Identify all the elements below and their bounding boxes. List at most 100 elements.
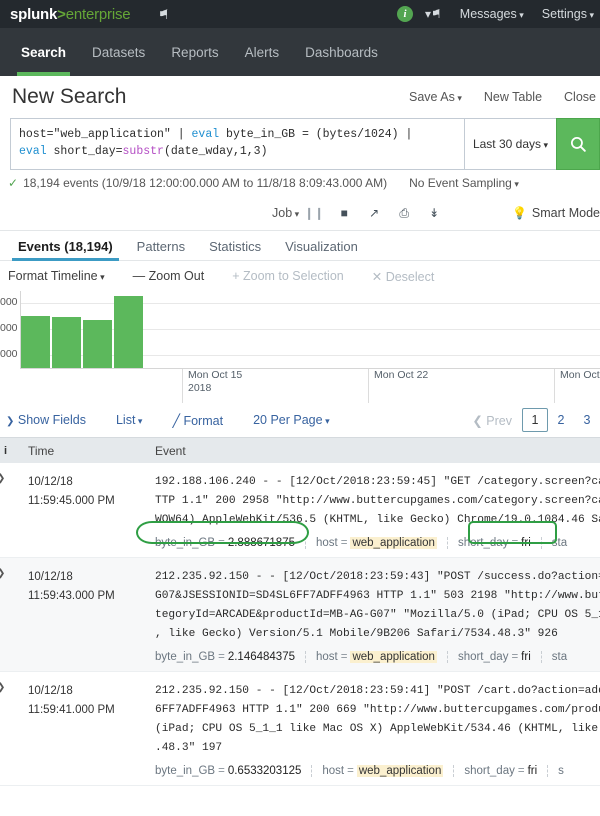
flag-dropdown-icon[interactable]: ⚑▾: [425, 7, 442, 21]
nav-item-datasets[interactable]: Datasets: [79, 28, 158, 76]
top-bar: splunk>enterprise ⚑ i ⚑▾ Messages Settin…: [0, 0, 600, 28]
tab-events[interactable]: Events (18,194): [6, 239, 125, 260]
event-sampling-menu[interactable]: No Event Sampling: [409, 176, 519, 190]
tab-statistics[interactable]: Statistics: [197, 239, 273, 260]
format-button[interactable]: ╱ Format: [172, 413, 223, 428]
x-tick-line2: 2018: [188, 382, 242, 395]
messages-menu[interactable]: Messages: [460, 7, 524, 21]
row-time-clock: 11:59:43.000 PM: [28, 587, 137, 606]
share-arrow-icon[interactable]: ↗: [359, 206, 389, 220]
row-time-clock: 11:59:41.000 PM: [28, 701, 137, 720]
field-status-truncated[interactable]: s: [547, 765, 574, 777]
results-list-controls: ❯ Show Fields List ╱ Format 20 Per Page …: [0, 403, 600, 437]
field-short-day[interactable]: short_day=fri: [447, 651, 541, 663]
timeline-bar[interactable]: [83, 320, 112, 368]
deselect-label: Deselect: [386, 270, 435, 284]
search-submit-button[interactable]: [556, 118, 600, 170]
nav-item-alerts[interactable]: Alerts: [232, 28, 293, 76]
timeline-bar[interactable]: [21, 316, 50, 368]
field-byte-in-gb[interactable]: byte_in_GB=2.888671875: [155, 537, 305, 549]
field-short-day[interactable]: short_day=fri: [453, 765, 547, 777]
row-time-date: 10/12/18: [28, 568, 137, 587]
equals-sign: =: [218, 651, 225, 663]
nav-item-search[interactable]: Search: [8, 28, 79, 76]
chevron-right-icon: ❯: [0, 568, 14, 579]
field-short-day[interactable]: short_day=fri: [447, 537, 541, 549]
job-menu[interactable]: Job: [272, 206, 299, 220]
row-field-list: byte_in_GB=2.888671875 host=web_applicat…: [155, 537, 600, 549]
job-controls-row: Job ❙❙ ■ ↗ ⎙ ↡ 💡 Smart Mode: [0, 196, 600, 230]
logo-text-splunk: splunk: [10, 6, 57, 23]
row-raw-line: (iPad; CPU OS 5_1_1 like Mac OS X) Apple…: [155, 720, 600, 739]
row-expand-toggle[interactable]: ❯: [0, 558, 14, 671]
equals-sign: =: [218, 765, 225, 777]
search-query-input[interactable]: host="web_application" | eval byte_in_GB…: [10, 118, 464, 170]
close-button[interactable]: Close: [564, 90, 596, 104]
query-token-shortday: short_day=: [47, 145, 123, 158]
events-timeline-chart[interactable]: 000 000 000: [0, 291, 600, 369]
zoom-to-selection-button[interactable]: + Zoom to Selection: [232, 269, 344, 283]
search-mode-label: Smart Mode: [532, 206, 600, 220]
save-as-button[interactable]: Save As: [409, 90, 462, 104]
query-token-substr: substr: [123, 145, 164, 158]
column-header-info[interactable]: i: [0, 445, 14, 457]
format-timeline-menu[interactable]: Format Timeline: [8, 269, 105, 283]
field-status-truncated[interactable]: sta: [541, 537, 577, 549]
field-host[interactable]: host=web_application: [311, 765, 453, 777]
prev-page-button[interactable]: ❮ Prev: [472, 413, 512, 428]
download-export-icon[interactable]: ↡: [419, 206, 449, 220]
field-status-truncated[interactable]: sta: [541, 651, 577, 663]
pause-icon[interactable]: ❙❙: [299, 206, 329, 220]
splunk-logo[interactable]: splunk>enterprise: [0, 6, 130, 23]
new-table-button[interactable]: New Table: [484, 90, 542, 104]
stop-icon[interactable]: ■: [329, 206, 359, 220]
row-raw-line: TTP 1.1" 200 2958 "http://www.buttercupg…: [155, 492, 600, 511]
tab-visualization[interactable]: Visualization: [273, 239, 370, 260]
query-token-host: host="web_application" |: [19, 128, 192, 141]
zoom-out-button[interactable]: — Zoom Out: [133, 269, 205, 283]
row-expand-toggle[interactable]: ❯: [0, 672, 14, 785]
flag-icon[interactable]: ⚑: [158, 8, 170, 21]
x-tick-2: Mon Oct 22: [368, 369, 428, 403]
list-mode-menu[interactable]: List: [116, 413, 142, 427]
info-badge[interactable]: i: [397, 6, 413, 22]
timeline-bar[interactable]: [114, 296, 143, 368]
page-button-1[interactable]: 1: [522, 408, 548, 432]
field-byte-in-gb[interactable]: byte_in_GB=2.146484375: [155, 651, 305, 663]
row-time-date: 10/12/18: [28, 473, 137, 492]
time-range-picker[interactable]: Last 30 days: [464, 118, 556, 170]
row-raw-line: G07&JSESSIONID=SD4SL6FF7ADFF4963 HTTP 1.…: [155, 587, 600, 606]
results-table-header: i Time Event: [0, 437, 600, 463]
row-event-body: 212.235.92.150 - - [12/Oct/2018:23:59:41…: [137, 672, 600, 785]
row-field-list: byte_in_GB=0.6533203125 host=web_applica…: [155, 765, 600, 777]
field-byte-in-gb[interactable]: byte_in_GB=0.6533203125: [155, 765, 311, 777]
search-mode-selector[interactable]: 💡 Smart Mode: [512, 206, 600, 220]
equals-sign: =: [341, 651, 348, 663]
deselect-button[interactable]: ✕ Deselect: [372, 269, 435, 284]
chevron-right-icon: ❯: [0, 682, 14, 693]
field-host[interactable]: host=web_application: [305, 651, 447, 663]
column-header-event[interactable]: Event: [137, 444, 600, 458]
row-time: 10/12/18 11:59:43.000 PM: [14, 558, 137, 671]
row-expand-toggle[interactable]: ❯: [0, 463, 14, 557]
timeline-bar[interactable]: [52, 317, 81, 368]
field-value: fri: [521, 651, 531, 663]
nav-item-dashboards[interactable]: Dashboards: [292, 28, 391, 76]
row-field-list: byte_in_GB=2.146484375 host=web_applicat…: [155, 651, 600, 663]
print-icon[interactable]: ⎙: [389, 206, 419, 221]
x-tick-line1: Mon Oct 22: [374, 369, 428, 382]
x-tick-1: Mon Oct 15 2018: [182, 369, 242, 403]
row-raw-line: 6FF7ADFF4963 HTTP 1.1" 200 669 "http://w…: [155, 701, 600, 720]
tab-patterns[interactable]: Patterns: [125, 239, 197, 260]
nav-item-reports[interactable]: Reports: [158, 28, 231, 76]
row-raw-line: 212.235.92.150 - - [12/Oct/2018:23:59:41…: [155, 682, 600, 701]
field-host[interactable]: host=web_application: [305, 537, 447, 549]
page-button-2[interactable]: 2: [548, 408, 574, 432]
events-summary: 18,194 events (10/9/18 12:00:00.000 AM t…: [23, 176, 387, 190]
per-page-menu[interactable]: 20 Per Page: [253, 413, 330, 427]
page-button-3[interactable]: 3: [574, 408, 600, 432]
show-fields-button[interactable]: ❯ Show Fields: [6, 413, 86, 427]
column-header-time[interactable]: Time: [14, 444, 137, 458]
settings-menu[interactable]: Settings: [542, 7, 594, 21]
x-tick-3: Mon Oct: [554, 369, 600, 403]
